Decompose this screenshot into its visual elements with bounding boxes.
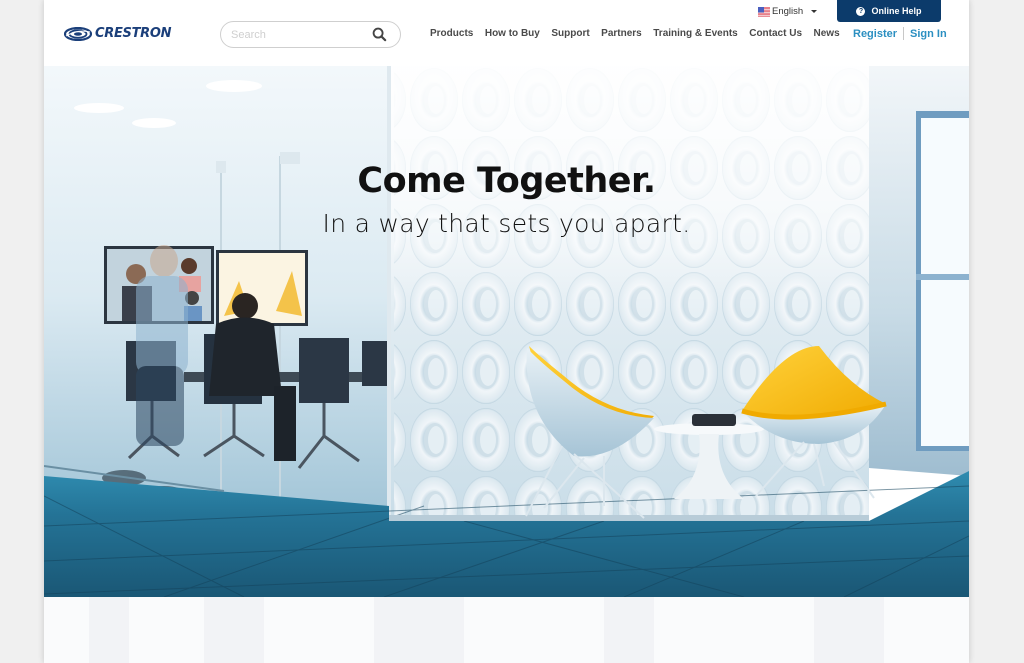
- main-nav: Products How to Buy Support Partners Tra…: [430, 28, 851, 39]
- search-input[interactable]: [231, 26, 366, 44]
- us-flag-icon: [758, 6, 770, 17]
- auth-divider: [903, 27, 905, 40]
- caret-down-icon: [811, 10, 818, 13]
- language-label: English: [772, 6, 804, 17]
- crestron-swirl-icon: [64, 26, 92, 41]
- help-circle-icon: ?: [856, 6, 866, 16]
- page: CRESTRON English ? Online Help: [44, 0, 969, 663]
- hero-banner[interactable]: Come Together. In a way that sets you ap…: [44, 66, 969, 597]
- site-header: CRESTRON English ? Online Help: [44, 0, 969, 66]
- online-help-label: Online Help: [871, 6, 922, 16]
- nav-item-how-to-buy[interactable]: How to Buy: [485, 28, 540, 39]
- nav-item-products[interactable]: Products: [430, 28, 473, 39]
- auth-links: Register Sign In: [853, 27, 947, 40]
- search-icon[interactable]: [372, 27, 387, 42]
- hero-title: Come Together.: [357, 161, 656, 201]
- nav-item-partners[interactable]: Partners: [601, 28, 642, 39]
- nav-item-contact-us[interactable]: Contact Us: [749, 28, 802, 39]
- hero-image: [44, 66, 969, 597]
- background-stripe: [814, 597, 884, 663]
- next-section-banner: [44, 597, 969, 663]
- hero-subtitle: In a way that sets you apart.: [322, 209, 691, 238]
- crestron-logo[interactable]: CRESTRON: [64, 26, 172, 41]
- online-help-button[interactable]: ? Online Help: [837, 0, 941, 22]
- background-stripe: [204, 597, 264, 663]
- background-stripe: [374, 597, 464, 663]
- nav-item-training-events[interactable]: Training & Events: [653, 28, 737, 39]
- logo-text: CRESTRON: [95, 26, 172, 41]
- search-box: [220, 21, 401, 48]
- language-selector[interactable]: English: [758, 6, 818, 17]
- background-stripe: [604, 597, 654, 663]
- nav-item-news[interactable]: News: [814, 28, 840, 39]
- background-stripe: [89, 597, 129, 663]
- register-link[interactable]: Register: [853, 28, 897, 40]
- sign-in-link[interactable]: Sign In: [910, 28, 947, 40]
- nav-item-support[interactable]: Support: [551, 28, 589, 39]
